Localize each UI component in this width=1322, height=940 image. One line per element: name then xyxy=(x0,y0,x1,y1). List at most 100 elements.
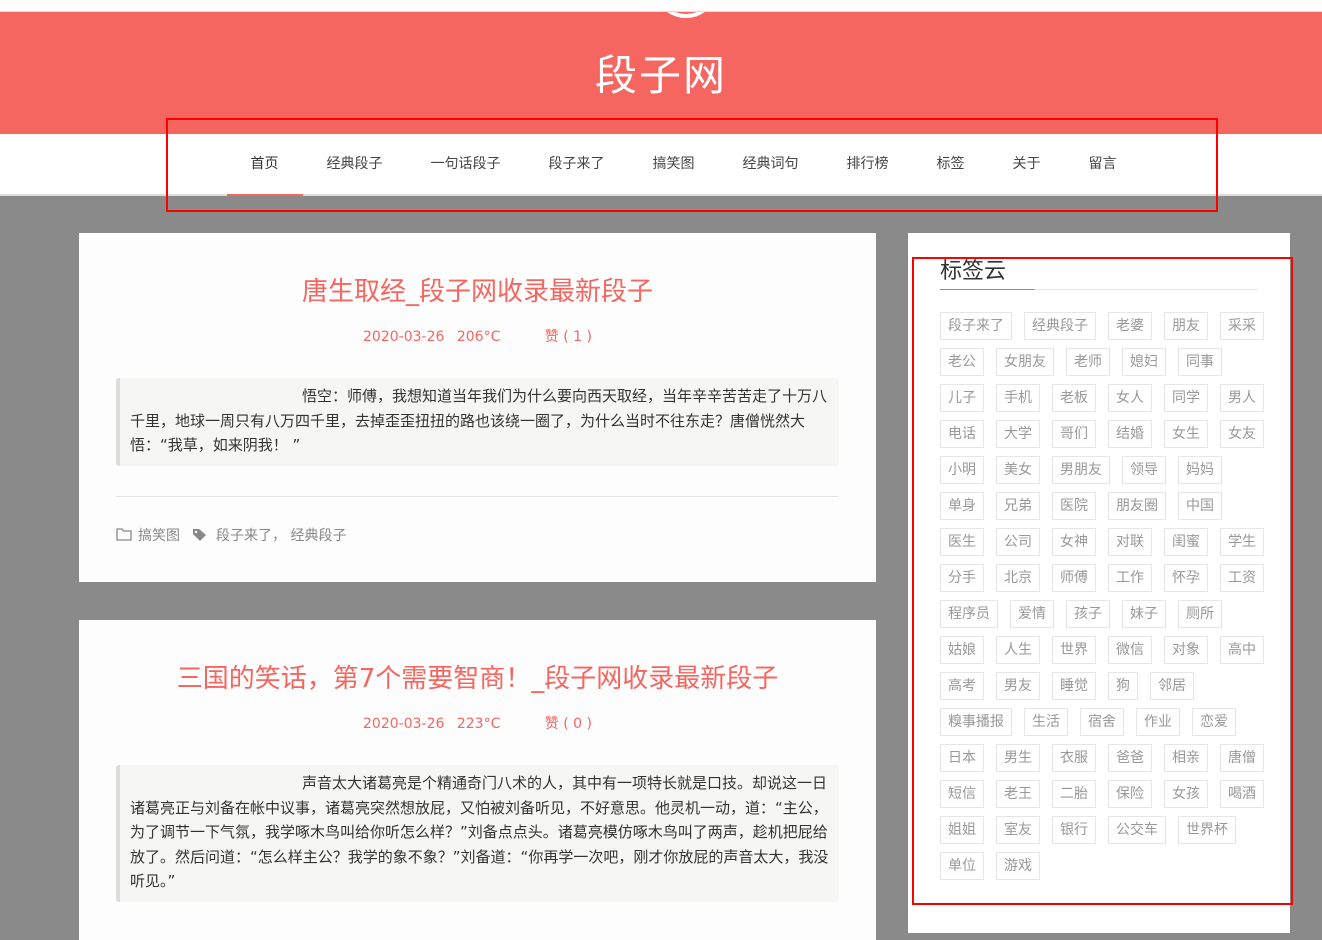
tag-link[interactable]: 同事 xyxy=(1178,348,1222,376)
tag-link[interactable]: 医院 xyxy=(1052,492,1096,520)
nav-item[interactable]: 标签 xyxy=(913,134,989,194)
tag-link[interactable]: 爸爸 xyxy=(1108,744,1152,772)
nav-item[interactable]: 首页 xyxy=(226,134,303,196)
tag-link[interactable]: 睡觉 xyxy=(1052,672,1096,700)
tag-link[interactable]: 世界 xyxy=(1052,636,1096,664)
tag-link[interactable]: 老婆 xyxy=(1108,312,1152,340)
tag-link[interactable]: 北京 xyxy=(996,564,1040,592)
tag-link[interactable]: 媳妇 xyxy=(1122,348,1166,376)
tag-link[interactable]: 老王 xyxy=(996,780,1040,808)
tag-link[interactable]: 兄弟 xyxy=(996,492,1040,520)
tag-link[interactable]: 妹子 xyxy=(1122,600,1166,628)
post-tags[interactable]: 段子来了， 经典段子 xyxy=(216,525,346,545)
tag-link[interactable]: 作业 xyxy=(1136,708,1180,736)
logo-icon[interactable] xyxy=(658,12,714,18)
post-category[interactable]: 搞笑图 xyxy=(138,525,180,545)
tag-link[interactable]: 相亲 xyxy=(1164,744,1208,772)
like-button[interactable]: 赞 ( 1 ) xyxy=(545,329,592,345)
tag-link[interactable]: 室友 xyxy=(996,816,1040,844)
nav-item[interactable]: 留言 xyxy=(1065,134,1141,194)
tag-link[interactable]: 女朋友 xyxy=(996,348,1054,376)
tag-link[interactable]: 公司 xyxy=(996,528,1040,556)
nav-item[interactable]: 经典段子 xyxy=(303,134,407,194)
tag-link[interactable]: 老公 xyxy=(940,348,984,376)
tag-link[interactable]: 小明 xyxy=(940,456,984,484)
tag-link[interactable]: 狗 xyxy=(1108,672,1138,700)
tag-link[interactable]: 银行 xyxy=(1052,816,1096,844)
site-title[interactable]: 段子网 xyxy=(0,42,1322,103)
tag-link[interactable]: 姑娘 xyxy=(940,636,984,664)
tag-link[interactable]: 单身 xyxy=(940,492,984,520)
tag-link[interactable]: 分手 xyxy=(940,564,984,592)
tag-link[interactable]: 学生 xyxy=(1220,528,1264,556)
tag-link[interactable]: 女人 xyxy=(1108,384,1152,412)
tag-link[interactable]: 采采 xyxy=(1220,312,1264,340)
tag-link[interactable]: 医生 xyxy=(940,528,984,556)
tag-link[interactable]: 男朋友 xyxy=(1052,456,1110,484)
tag-link[interactable]: 日本 xyxy=(940,744,984,772)
post-title[interactable]: 三国的笑话，第7个需要智商！_段子网收录最新段子 xyxy=(79,658,876,695)
tag-link[interactable]: 朋友 xyxy=(1164,312,1208,340)
tag-link[interactable]: 结婚 xyxy=(1108,420,1152,448)
tag-link[interactable]: 对联 xyxy=(1108,528,1152,556)
tag-link[interactable]: 公交车 xyxy=(1108,816,1166,844)
tag-link[interactable]: 女神 xyxy=(1052,528,1096,556)
tag-link[interactable]: 对象 xyxy=(1164,636,1208,664)
tag-link[interactable]: 二胎 xyxy=(1052,780,1096,808)
tag-link[interactable]: 中国 xyxy=(1178,492,1222,520)
tag-link[interactable]: 同学 xyxy=(1164,384,1208,412)
tag-link[interactable]: 保险 xyxy=(1108,780,1152,808)
tag-link[interactable]: 姐姐 xyxy=(940,816,984,844)
tag-link[interactable]: 哥们 xyxy=(1052,420,1096,448)
tag-link[interactable]: 儿子 xyxy=(940,384,984,412)
tag-link[interactable]: 邻居 xyxy=(1150,672,1194,700)
tag-link[interactable]: 喝酒 xyxy=(1220,780,1264,808)
tag-link[interactable]: 闺蜜 xyxy=(1164,528,1208,556)
nav-item[interactable]: 关于 xyxy=(989,134,1065,194)
tag-link[interactable]: 游戏 xyxy=(996,852,1040,880)
tag-link[interactable]: 爱情 xyxy=(1010,600,1054,628)
tag-link[interactable]: 师傅 xyxy=(1052,564,1096,592)
tag-link[interactable]: 工作 xyxy=(1108,564,1152,592)
tag-link[interactable]: 男生 xyxy=(996,744,1040,772)
tag-link[interactable]: 人生 xyxy=(996,636,1040,664)
like-button[interactable]: 赞 ( 0 ) xyxy=(545,716,592,732)
tag-link[interactable]: 唐僧 xyxy=(1220,744,1264,772)
tag-link[interactable]: 老师 xyxy=(1066,348,1110,376)
tag-link[interactable]: 女友 xyxy=(1220,420,1264,448)
tag-link[interactable]: 短信 xyxy=(940,780,984,808)
tag-link[interactable]: 女生 xyxy=(1164,420,1208,448)
tag-link[interactable]: 世界杯 xyxy=(1178,816,1236,844)
nav-item[interactable]: 排行榜 xyxy=(823,134,913,194)
tag-link[interactable]: 妈妈 xyxy=(1178,456,1222,484)
tag-link[interactable]: 宿舍 xyxy=(1080,708,1124,736)
tag-link[interactable]: 大学 xyxy=(996,420,1040,448)
tag-link[interactable]: 高考 xyxy=(940,672,984,700)
post-title[interactable]: 唐生取经_段子网收录最新段子 xyxy=(79,271,876,308)
tag-link[interactable]: 高中 xyxy=(1220,636,1264,664)
tag-link[interactable]: 单位 xyxy=(940,852,984,880)
tag-link[interactable]: 生活 xyxy=(1024,708,1068,736)
tag-link[interactable]: 糗事播报 xyxy=(940,708,1012,736)
tag-link[interactable]: 孩子 xyxy=(1066,600,1110,628)
tag-link[interactable]: 男人 xyxy=(1220,384,1264,412)
tag-link[interactable]: 美女 xyxy=(996,456,1040,484)
nav-item[interactable]: 经典词句 xyxy=(719,134,823,194)
nav-item[interactable]: 一句话段子 xyxy=(407,134,525,194)
tag-link[interactable]: 男友 xyxy=(996,672,1040,700)
tag-link[interactable]: 领导 xyxy=(1122,456,1166,484)
tag-link[interactable]: 恋爱 xyxy=(1192,708,1236,736)
tag-link[interactable]: 厕所 xyxy=(1178,600,1222,628)
nav-item[interactable]: 搞笑图 xyxy=(629,134,719,194)
tag-link[interactable]: 怀孕 xyxy=(1164,564,1208,592)
tag-link[interactable]: 老板 xyxy=(1052,384,1096,412)
tag-link[interactable]: 朋友圈 xyxy=(1108,492,1166,520)
tag-link[interactable]: 电话 xyxy=(940,420,984,448)
tag-link[interactable]: 女孩 xyxy=(1164,780,1208,808)
tag-link[interactable]: 工资 xyxy=(1220,564,1264,592)
tag-link[interactable]: 经典段子 xyxy=(1024,312,1096,340)
tag-link[interactable]: 程序员 xyxy=(940,600,998,628)
tag-link[interactable]: 微信 xyxy=(1108,636,1152,664)
tag-link[interactable]: 段子来了 xyxy=(940,312,1012,340)
tag-link[interactable]: 手机 xyxy=(996,384,1040,412)
